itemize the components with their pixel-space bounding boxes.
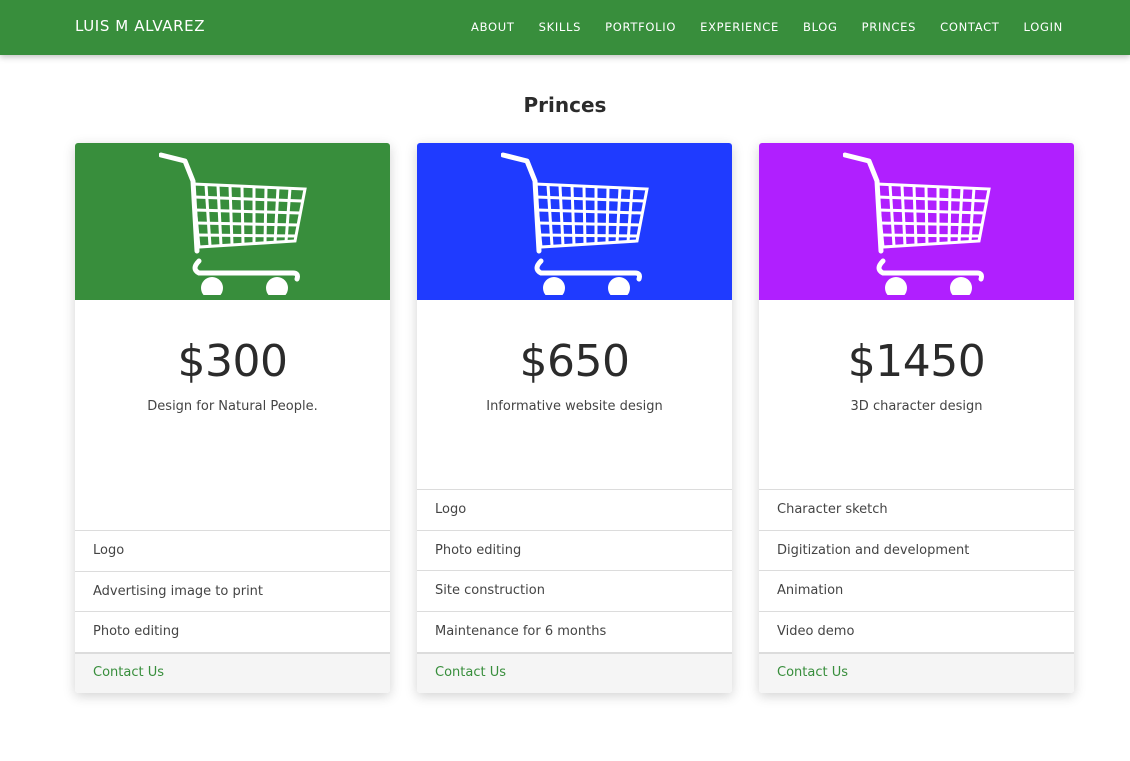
card-header: [759, 143, 1074, 300]
nav-link-contact[interactable]: CONTACT: [940, 20, 999, 34]
pricing-card-standard: $650 Informative website design Logo Pho…: [417, 143, 732, 693]
card-header: [75, 143, 390, 300]
feature-list: Logo Advertising image to print Photo ed…: [75, 530, 390, 652]
top-navbar: LUIS M ALVAREZ ABOUT SKILLS PORTFOLIO EX…: [0, 0, 1130, 55]
feature-list: Logo Photo editing Site construction Mai…: [417, 489, 732, 652]
pricing-card-premium: $1450 3D character design Character sket…: [759, 143, 1074, 693]
card-footer: Contact Us: [417, 652, 732, 693]
shopping-cart-icon: [501, 152, 649, 295]
contact-us-link[interactable]: Contact Us: [93, 665, 164, 680]
nav-link-skills[interactable]: SKILLS: [539, 20, 582, 34]
feature-list: Character sketch Digitization and develo…: [759, 489, 1074, 652]
feature-item: Photo editing: [417, 529, 732, 571]
feature-item: Advertising image to print: [75, 570, 390, 612]
plan-description: Informative website design: [486, 399, 663, 414]
card-footer: Contact Us: [75, 652, 390, 693]
feature-item: Digitization and development: [759, 529, 1074, 571]
feature-item: Maintenance for 6 months: [417, 611, 732, 652]
feature-item: Animation: [759, 570, 1074, 611]
card-footer: Contact Us: [759, 652, 1074, 693]
nav-link-about[interactable]: ABOUT: [471, 20, 515, 34]
contact-us-link[interactable]: Contact Us: [777, 665, 848, 680]
feature-item: Site construction: [417, 570, 732, 611]
section-title: Princes: [523, 93, 607, 117]
contact-us-link[interactable]: Contact Us: [435, 665, 506, 680]
nav-link-blog[interactable]: BLOG: [803, 20, 838, 34]
shopping-cart-icon: [159, 152, 307, 295]
feature-item: Character sketch: [759, 489, 1074, 530]
price-amount: $1450: [847, 336, 986, 387]
price-amount: $650: [519, 336, 630, 387]
card-header: [417, 143, 732, 300]
nav-link-portfolio[interactable]: PORTFOLIO: [605, 20, 676, 34]
nav-link-experience[interactable]: EXPERIENCE: [700, 20, 779, 34]
plan-description: Design for Natural People.: [147, 399, 318, 414]
feature-item: Logo: [75, 530, 390, 571]
shopping-cart-icon: [843, 152, 991, 295]
feature-item: Logo: [417, 489, 732, 530]
plan-description: 3D character design: [850, 399, 983, 414]
brand-name[interactable]: LUIS M ALVAREZ: [75, 17, 205, 35]
pricing-card-basic: $300 Design for Natural People. Logo Adv…: [75, 143, 390, 693]
feature-item: Video demo: [759, 611, 1074, 652]
feature-item: Photo editing: [75, 611, 390, 652]
nav-menu: ABOUT SKILLS PORTFOLIO EXPERIENCE BLOG P…: [447, 20, 1063, 34]
nav-link-login[interactable]: LOGIN: [1024, 20, 1063, 34]
price-amount: $300: [177, 336, 288, 387]
nav-link-princes[interactable]: PRINCES: [862, 20, 916, 34]
